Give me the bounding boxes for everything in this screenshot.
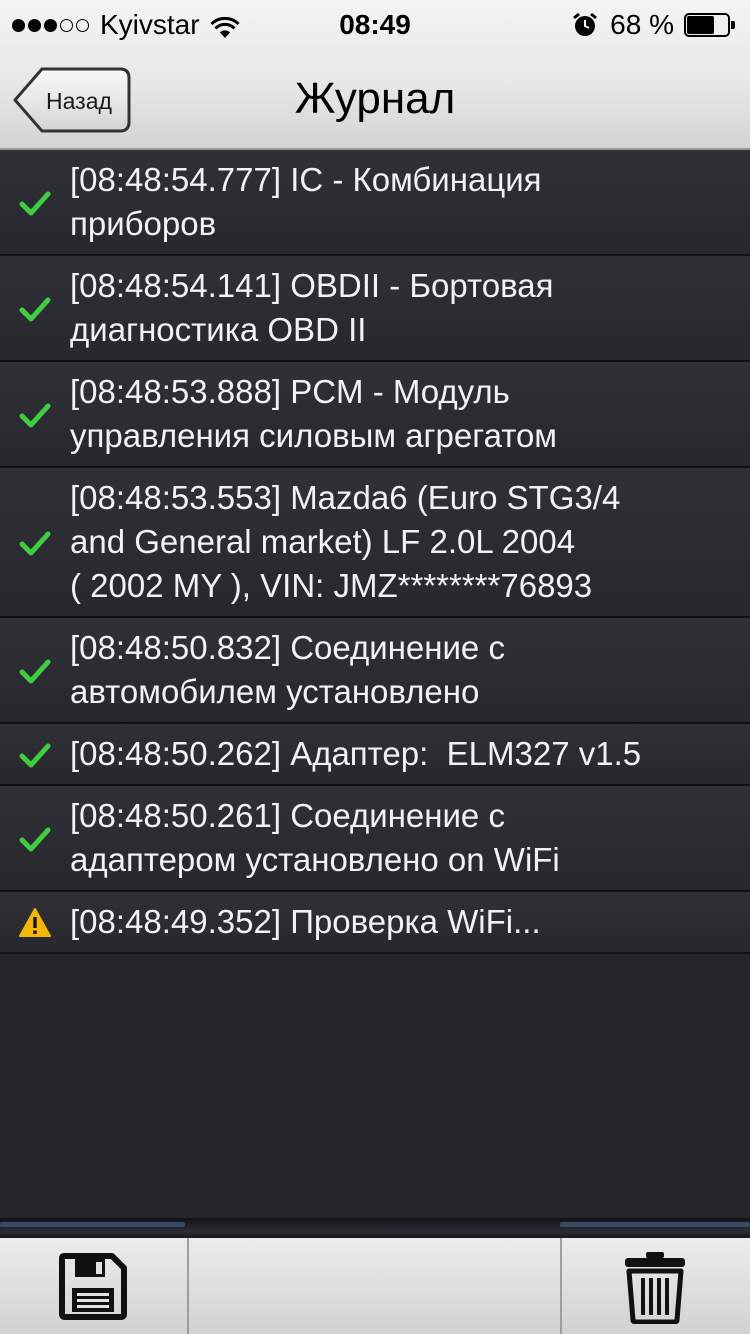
alarm-icon — [572, 12, 598, 38]
log-entry-text: [08:48:50.832] Соединение с автомобилем … — [70, 629, 505, 710]
log-entry[interactable]: [08:48:54.777] IC - Комбинация приборов — [0, 150, 750, 256]
toolbar-separator — [0, 1218, 750, 1240]
log-entry[interactable]: [08:48:53.888] PCM - Модуль управления с… — [0, 362, 750, 468]
log-list: [08:48:54.777] IC - Комбинация приборов [… — [0, 150, 750, 954]
checkmark-icon — [19, 191, 51, 216]
log-entry-text: [08:48:49.352] Проверка WiFi... — [70, 903, 541, 940]
log-entry-text: [08:48:53.888] PCM - Модуль управления с… — [70, 373, 557, 454]
save-button[interactable] — [0, 1238, 187, 1334]
battery-percent: 68 % — [610, 9, 674, 40]
bottom-toolbar — [0, 1238, 750, 1334]
checkmark-icon — [19, 531, 51, 556]
checkmark-icon — [19, 827, 51, 852]
log-entry-text: [08:48:50.261] Соединение с адаптером ус… — [70, 797, 560, 878]
checkmark-icon — [19, 297, 51, 322]
log-entry[interactable]: [08:48:50.261] Соединение с адаптером ус… — [0, 786, 750, 892]
log-entry[interactable]: [08:48:50.832] Соединение с автомобилем … — [0, 618, 750, 724]
trash-icon — [625, 1252, 685, 1324]
log-entry[interactable]: [08:48:53.553] Mazda6 (Euro STG3/4 and G… — [0, 468, 750, 618]
warning-icon — [19, 908, 51, 937]
page-title: Журнал — [294, 74, 456, 123]
toolbar-divider — [187, 1238, 189, 1334]
checkmark-icon — [19, 403, 51, 428]
log-entry-text: [08:48:54.777] IC - Комбинация приборов — [70, 161, 542, 242]
log-entry[interactable]: [08:48:50.262] Адаптер: ELM327 v1.5 — [0, 724, 750, 786]
log-entry-text: [08:48:54.141] OBDII - Бортовая диагност… — [70, 267, 554, 348]
status-bar: Kyivstar 08:49 68 % — [0, 0, 750, 50]
log-entry-text: [08:48:53.553] Mazda6 (Euro STG3/4 and G… — [70, 479, 621, 604]
log-entry[interactable]: [08:48:49.352] Проверка WiFi... — [0, 892, 750, 954]
checkmark-icon — [19, 743, 51, 768]
log-entry-text: [08:48:50.262] Адаптер: ELM327 v1.5 — [70, 735, 642, 772]
floppy-disk-icon — [59, 1253, 127, 1320]
log-entry[interactable]: [08:48:54.141] OBDII - Бортовая диагност… — [0, 256, 750, 362]
delete-log-button[interactable] — [562, 1238, 750, 1334]
top-bar: Kyivstar 08:49 68 % Назад Журнал — [0, 0, 750, 150]
checkmark-icon — [19, 659, 51, 684]
battery-icon — [684, 13, 736, 37]
